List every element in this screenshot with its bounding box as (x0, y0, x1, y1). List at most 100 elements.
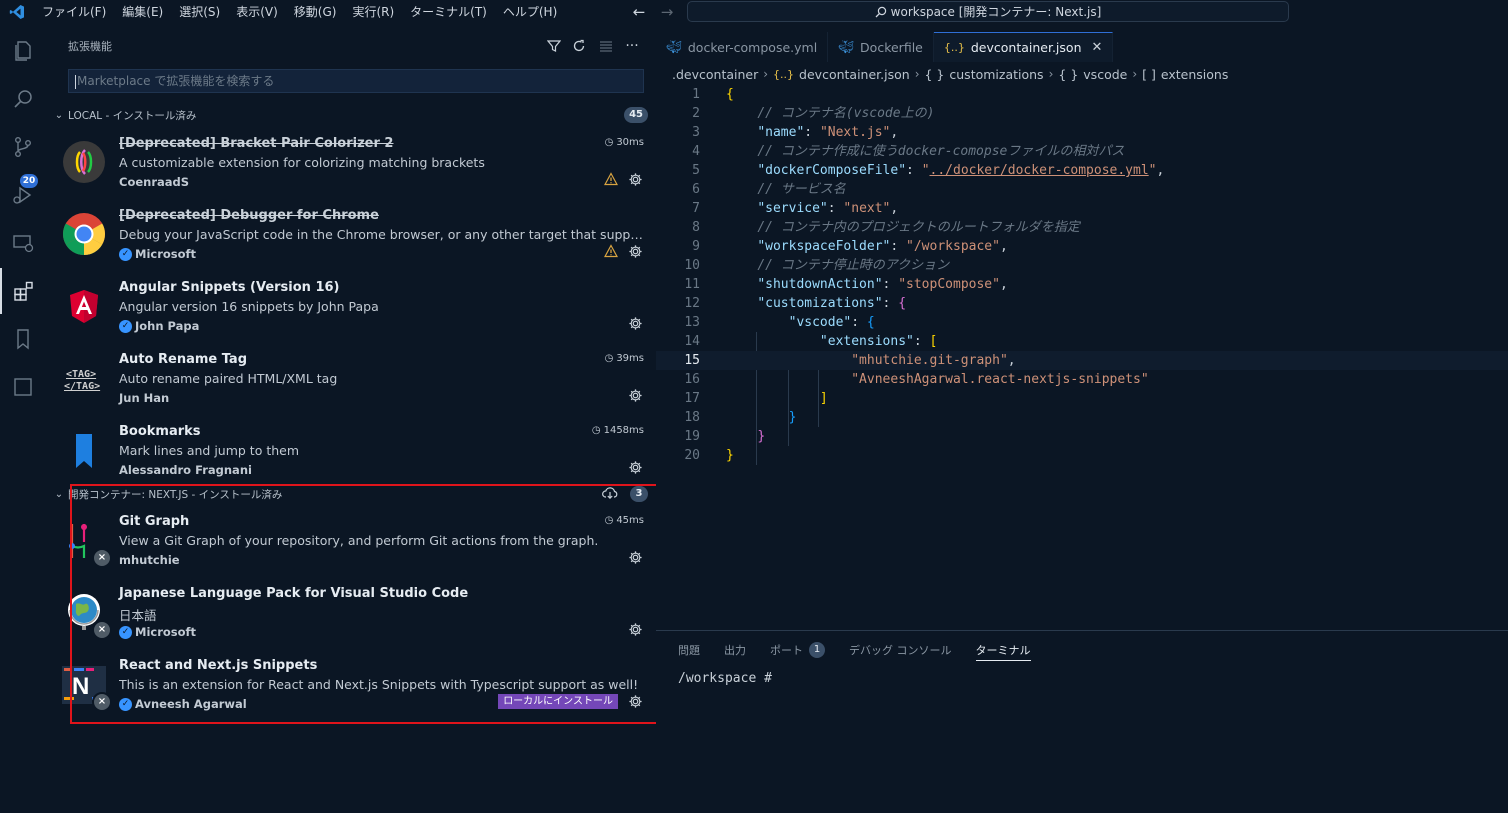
manage-gear-icon[interactable] (626, 458, 644, 476)
breadcrumb-item[interactable]: customizations (949, 67, 1043, 82)
cloud-download-icon[interactable] (602, 486, 618, 503)
explorer-icon[interactable] (0, 28, 46, 74)
tab-debug-console[interactable]: デバッグ コンソール (849, 639, 952, 661)
menu-edit[interactable]: 編集(E) (114, 0, 171, 24)
remote-badge-icon: × (92, 548, 112, 568)
manage-gear-icon[interactable] (626, 548, 644, 566)
container-section-label: 開発コンテナー: NEXT.JS - インストール済み (68, 488, 283, 501)
container-count-badge: 3 (630, 486, 648, 502)
bookmarks-icon[interactable] (0, 316, 46, 362)
extension-item[interactable]: [Deprecated] Bracket Pair Colorizer 2 ◷ 3… (46, 130, 656, 202)
command-center-label: workspace [開発コンテナー: Next.js] (890, 5, 1102, 19)
menu-help[interactable]: ヘルプ(H) (495, 0, 565, 24)
nav-forward-button[interactable]: → (656, 0, 678, 24)
search-activity-icon[interactable] (0, 76, 46, 122)
extension-name: [Deprecated] Debugger for Chrome (119, 208, 379, 223)
tab-ports[interactable]: ポート 1 (770, 639, 825, 661)
local-section-header[interactable]: ⌄ LOCAL - インストール済み 45 (50, 104, 648, 126)
warning-icon[interactable] (602, 242, 620, 260)
terminal-prompt[interactable]: /workspace # (678, 671, 772, 686)
extension-description: Angular version 16 snippets by John Papa (119, 299, 379, 314)
extension-description: 日本語 (119, 608, 157, 623)
panel-icon[interactable] (0, 364, 46, 410)
breadcrumb-item[interactable]: extensions (1161, 67, 1228, 82)
manage-gear-icon[interactable] (626, 242, 644, 260)
tab-terminal[interactable]: ターミナル (975, 639, 1031, 661)
tab-problems[interactable]: 問題 (678, 639, 700, 661)
extension-publisher: Jun Han (119, 391, 170, 405)
extension-item[interactable]: N × React and Next.js Snippets This is a… (46, 652, 656, 724)
nav-back-button[interactable]: ← (628, 0, 650, 24)
extension-item[interactable]: × Japanese Language Pack for Visual Stud… (46, 580, 656, 652)
extension-description: Debug your JavaScript code in the Chrome… (119, 227, 644, 242)
extensions-search-input[interactable]: Marketplace で拡張機能を検索する (68, 69, 644, 93)
remote-explorer-icon[interactable] (0, 220, 46, 266)
local-section-label: LOCAL - インストール済み (68, 109, 197, 122)
code-line: 8 // コンテナ内のプロジェクトのルートフォルダを指定 (692, 220, 1080, 235)
clock-icon: ◷ (604, 353, 614, 364)
clock-icon: ◷ (591, 425, 601, 436)
extension-description: This is an extension for React and Next.… (119, 677, 639, 692)
tab-output[interactable]: 出力 (724, 639, 746, 661)
extension-item[interactable]: Bookmarks ◷ 1458ms Mark lines and jump to… (46, 418, 656, 490)
local-count-badge: 45 (624, 107, 648, 123)
container-section-header[interactable]: ⌄ 開発コンテナー: NEXT.JS - インストール済み 3 (50, 483, 648, 505)
bookmark-icon (62, 428, 106, 472)
breadcrumb-item[interactable]: vscode (1083, 67, 1127, 82)
bottom-panel: 問題 出力 ポート 1 デバッグ コンソール ターミナル /workspace # (656, 630, 1508, 813)
panel-tabs: 問題 出力 ポート 1 デバッグ コンソール ターミナル (678, 639, 1031, 661)
chevron-down-icon: ⌄ (54, 109, 64, 121)
more-actions-icon[interactable]: ··· (622, 36, 642, 56)
title-bar: ファイル(F) 編集(E) 選択(S) 表示(V) 移動(G) 実行(R) ター… (0, 0, 1508, 24)
extensions-icon[interactable] (0, 268, 46, 314)
clear-list-icon[interactable] (596, 36, 616, 56)
tab-devcontainer-json[interactable]: {..} devcontainer.json ✕ (933, 32, 1114, 62)
refresh-icon[interactable] (569, 36, 589, 56)
activation-time: ◷ 39ms (604, 353, 644, 364)
manage-gear-icon[interactable] (626, 692, 644, 710)
close-icon[interactable]: ✕ (1092, 40, 1103, 55)
code-line: 18 } (684, 410, 797, 425)
sidebar-title: 拡張機能 (68, 40, 112, 53)
menu-terminal[interactable]: ターミナル(T) (402, 0, 495, 24)
svg-text:</TAG>: </TAG> (64, 381, 100, 392)
breadcrumb-item[interactable]: .devcontainer (672, 67, 758, 82)
warning-icon[interactable] (602, 170, 620, 188)
filter-icon[interactable] (544, 36, 564, 56)
editor-area: 🐳︎ docker-compose.yml 🐳︎ Dockerfile {..}… (656, 24, 1508, 630)
array-icon: [ ] (1142, 66, 1156, 82)
breadcrumb: .devcontainer › {..} devcontainer.json ›… (672, 65, 1228, 83)
ports-count-badge: 1 (809, 642, 825, 658)
manage-gear-icon[interactable] (626, 620, 644, 638)
menu-go[interactable]: 移動(G) (286, 0, 345, 24)
extension-publisher: CoenraadS (119, 175, 190, 189)
extension-item[interactable]: [Deprecated] Debugger for Chrome Debug y… (46, 202, 656, 274)
tab-docker-compose[interactable]: 🐳︎ docker-compose.yml (656, 32, 829, 62)
menu-view[interactable]: 表示(V) (228, 0, 286, 24)
extension-description: Auto rename paired HTML/XML tag (119, 371, 338, 386)
manage-gear-icon[interactable] (626, 170, 644, 188)
breadcrumb-item[interactable]: devcontainer.json (799, 67, 910, 82)
menu-run[interactable]: 実行(R) (344, 0, 402, 24)
extension-item[interactable]: <TAG> </TAG> Auto Rename Tag ◷ 39ms Auto r… (46, 346, 656, 418)
file-link[interactable]: ../docker/docker-compose.yml (930, 163, 1149, 178)
code-line: 3 "name": "Next.js", (692, 125, 899, 140)
menu-selection[interactable]: 選択(S) (171, 0, 228, 24)
extension-name: Bookmarks (119, 424, 201, 439)
chevron-right-icon: › (763, 67, 769, 81)
extension-name: Japanese Language Pack for Visual Studio… (119, 586, 469, 601)
tab-dockerfile[interactable]: 🐳︎ Dockerfile (828, 32, 934, 62)
bracket-colorizer-icon (62, 140, 106, 184)
extension-item[interactable]: Angular Snippets (Version 16) Angular ve… (46, 274, 656, 346)
manage-gear-icon[interactable] (626, 386, 644, 404)
command-center[interactable]: workspace [開発コンテナー: Next.js] (687, 1, 1289, 22)
code-line: 9 "workspaceFolder": "/workspace", (692, 239, 1008, 254)
menu-file[interactable]: ファイル(F) (34, 0, 114, 24)
source-control-icon[interactable] (0, 124, 46, 170)
extension-item[interactable]: × Git Graph ◷ 45ms View a Git Graph of yo… (46, 508, 656, 580)
manage-gear-icon[interactable] (626, 314, 644, 332)
run-debug-icon[interactable] (0, 172, 46, 218)
chevron-right-icon: › (1048, 67, 1054, 81)
code-line: 14 "extensions": [ (684, 334, 938, 349)
install-locally-button[interactable]: ローカルにインストール (498, 694, 618, 709)
